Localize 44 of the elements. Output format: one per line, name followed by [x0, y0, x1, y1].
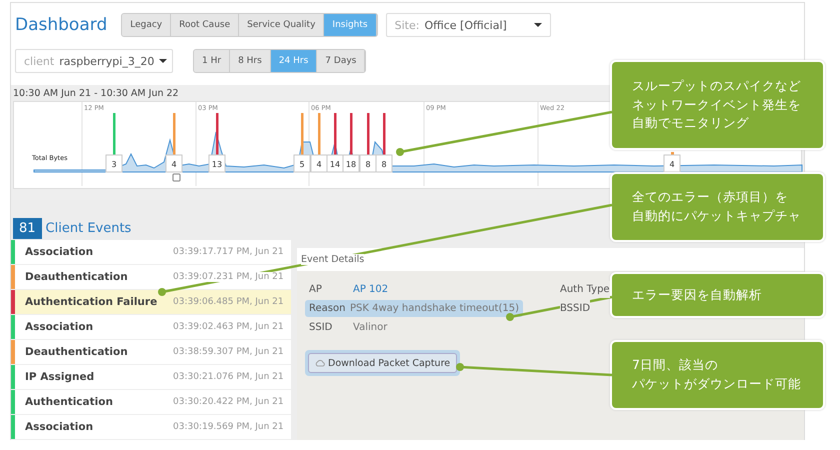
caret-icon: [159, 59, 168, 63]
time-range-tab[interactable]: 1 Hr: [194, 50, 230, 72]
detail-row-text: SSID Valinor: [308, 321, 388, 335]
callout-text: 自動的にパケットキャプチャ: [632, 207, 801, 225]
callout-text: 全てのエラー（赤項目）を: [632, 188, 788, 206]
client-dropdown[interactable]: client raspberrypi_3_20: [15, 49, 173, 73]
event-row[interactable]: IP Assigned 03:30:21.076 PM, Jun 21: [11, 365, 291, 390]
section-title: Client Events: [46, 220, 132, 236]
event-count-badge[interactable]: 18: [342, 154, 360, 172]
event-row[interactable]: Association 03:39:17.717 PM, Jun 21: [11, 240, 291, 265]
event-count-badge[interactable]: 4: [166, 154, 182, 172]
time-range-label: 10:30 AM Jun 21 - 10:30 AM Jun 22: [13, 88, 180, 99]
callout-text: エラー要因を自動解析: [632, 286, 762, 304]
download-button[interactable]: Download Packet Capture: [308, 353, 458, 373]
callout-text: 自動でモニタリング: [632, 114, 749, 132]
event-count: 81: [13, 218, 42, 238]
event-count-badge[interactable]: 8: [360, 154, 376, 172]
page-title: Dashboard: [15, 15, 108, 35]
callout-text: ネットワークイベント発生を: [632, 96, 801, 114]
details-title: Event Details: [301, 254, 364, 265]
event-count-badge[interactable]: 8: [376, 154, 392, 172]
event-count-badge[interactable]: 3: [106, 154, 122, 172]
callout-text: スループットのスパイクなど: [632, 76, 801, 95]
cloud-icon: [315, 359, 325, 367]
event-count-badge[interactable]: 4: [664, 154, 680, 172]
event-row[interactable]: Authentication 03:30:20.422 PM, Jun 21: [11, 390, 291, 415]
callout-text: 7日間、該当の: [632, 356, 718, 374]
site-dropdown[interactable]: Site: Office [Official]: [386, 13, 551, 37]
view-tab[interactable]: Legacy: [122, 14, 172, 36]
event-count-badge[interactable]: 4: [310, 154, 328, 172]
event-row[interactable]: Association 03:39:02.463 PM, Jun 21: [11, 315, 291, 340]
event-row[interactable]: Deauthentication 03:39:07.231 PM, Jun 21: [11, 265, 291, 290]
detail-label: Auth Type: [560, 281, 610, 298]
caret-icon: [534, 23, 542, 27]
event-count-badge[interactable]: 13: [208, 154, 226, 172]
callout-text: パケットがダウンロード可能: [632, 375, 801, 393]
event-count-badge[interactable]: 14: [326, 154, 344, 172]
event-row[interactable]: Association 03:30:19.569 PM, Jun 21: [11, 415, 291, 440]
event-count-badge[interactable]: 5: [294, 154, 310, 172]
event-row[interactable]: Authentication Failure 03:39:06.485 PM, Jun 21: [11, 290, 291, 315]
detail-row-text: AP AP 102: [308, 283, 390, 297]
checkbox-icon[interactable]: [172, 174, 180, 182]
detail-row: Reason PSK 4way handshake timeout(15): [305, 300, 523, 317]
event-row[interactable]: Deauthentication 03:38:59.307 PM, Jun 21: [11, 340, 291, 365]
